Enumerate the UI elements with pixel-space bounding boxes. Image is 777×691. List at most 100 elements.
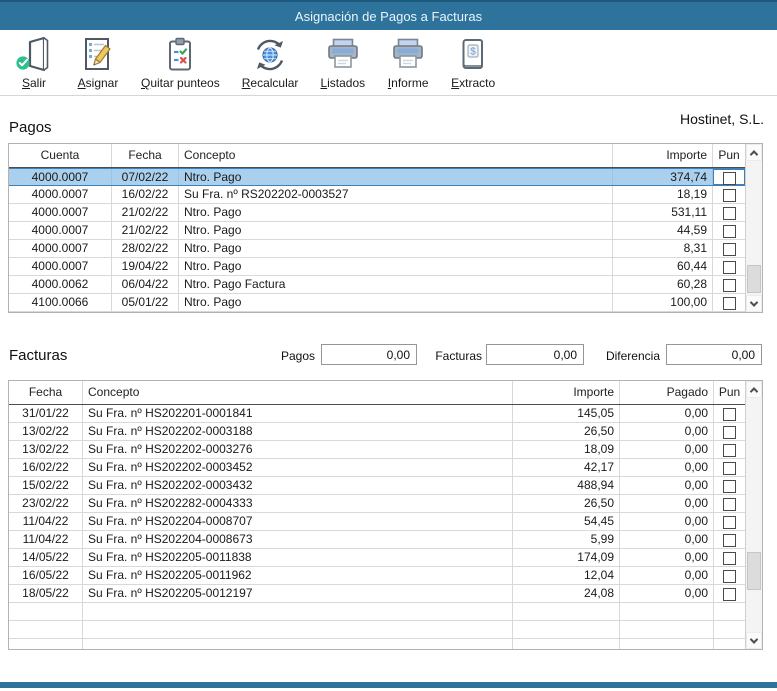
punteo-checkbox[interactable] — [723, 207, 736, 220]
punteo-checkbox[interactable] — [723, 261, 736, 274]
facturas-row[interactable]: 11/04/22 Su Fra. nº HS202204-0008707 54,… — [9, 513, 745, 531]
facturas-table-header: Fecha Concepto Importe Pagado Pun — [9, 381, 745, 405]
pagos-header-fecha: Fecha — [112, 144, 179, 167]
facturas-row[interactable]: 13/02/22 Su Fra. nº HS202202-0003276 18,… — [9, 441, 745, 459]
punteo-checkbox-cell[interactable] — [714, 405, 745, 422]
punteo-checkbox[interactable] — [723, 444, 736, 457]
extracto-label: Extracto — [451, 76, 495, 90]
salir-button[interactable]: Salir — [8, 34, 60, 91]
informe-label: Informe — [388, 76, 429, 90]
punteo-checkbox[interactable] — [723, 426, 736, 439]
empty-row — [9, 603, 745, 621]
facturas-scroll-thumb[interactable] — [747, 552, 761, 590]
facturas-row[interactable]: 23/02/22 Su Fra. nº HS202282-0004333 26,… — [9, 495, 745, 513]
facturas-scroll-track[interactable] — [746, 398, 762, 632]
totals-diferencia-input[interactable] — [666, 344, 762, 365]
pagos-table: Cuenta Fecha Concepto Importe Pun 4000.0… — [8, 143, 763, 313]
punteo-checkbox-cell[interactable] — [713, 204, 745, 221]
pagos-row[interactable]: 4100.0066 05/01/22 Ntro. Pago 100,00 — [9, 294, 745, 312]
totals-pagos-input[interactable] — [321, 344, 417, 365]
empty-row — [9, 621, 745, 639]
pagos-scrollbar[interactable] — [745, 144, 762, 312]
punteo-checkbox[interactable] — [723, 189, 736, 202]
facturas-scrollbar[interactable] — [745, 381, 762, 649]
totals-diferencia-label: Diferencia — [592, 349, 660, 363]
pagos-row[interactable]: 4000.0007 28/02/22 Ntro. Pago 8,31 — [9, 240, 745, 258]
punteo-checkbox[interactable] — [723, 498, 736, 511]
punteo-checkbox[interactable] — [723, 534, 736, 547]
punteo-checkbox-cell[interactable] — [713, 169, 745, 185]
facturas-header-importe: Importe — [513, 381, 620, 404]
facturas-row[interactable]: 16/02/22 Su Fra. nº HS202202-0003452 42,… — [9, 459, 745, 477]
facturas-row[interactable]: 11/04/22 Su Fra. nº HS202204-0008673 5,9… — [9, 531, 745, 549]
punteo-checkbox-cell[interactable] — [714, 423, 745, 440]
pagos-row[interactable]: 4000.0007 21/02/22 Ntro. Pago 531,11 — [9, 204, 745, 222]
punteo-checkbox[interactable] — [723, 297, 736, 310]
window-title: Asignación de Pagos a Facturas — [295, 9, 482, 24]
pagos-scroll-track[interactable] — [746, 161, 762, 295]
punteo-checkbox[interactable] — [723, 462, 736, 475]
salir-label: Salir — [22, 76, 46, 90]
punteo-checkbox-cell[interactable] — [713, 186, 745, 203]
facturas-row[interactable]: 16/05/22 Su Fra. nº HS202205-0011962 12,… — [9, 567, 745, 585]
chevron-down-icon — [750, 298, 758, 306]
recalcular-button[interactable]: Recalcular — [237, 34, 304, 91]
punteo-checkbox[interactable] — [723, 172, 736, 185]
punteo-checkbox[interactable] — [723, 480, 736, 493]
punteo-checkbox[interactable] — [723, 408, 736, 421]
totals-facturas-input[interactable] — [486, 344, 584, 365]
punteo-checkbox-cell[interactable] — [713, 258, 745, 275]
extracto-button[interactable]: $ Extracto — [446, 34, 500, 91]
facturas-scroll-up-button[interactable] — [746, 381, 762, 398]
title-bar: Asignación de Pagos a Facturas — [0, 0, 777, 30]
punteo-checkbox-cell[interactable] — [714, 513, 745, 530]
punteo-checkbox-cell[interactable] — [714, 495, 745, 512]
pagos-scroll-up-button[interactable] — [746, 144, 762, 161]
pagos-table-body: 4000.0007 07/02/22 Ntro. Pago 374,74 400… — [9, 168, 745, 312]
pagos-header-importe: Importe — [613, 144, 713, 167]
punteo-checkbox[interactable] — [723, 279, 736, 292]
facturas-row[interactable]: 31/01/22 Su Fra. nº HS202201-0001841 145… — [9, 405, 745, 423]
facturas-row[interactable]: 18/05/22 Su Fra. nº HS202205-0012197 24,… — [9, 585, 745, 603]
facturas-row[interactable]: 15/02/22 Su Fra. nº HS202202-0003432 488… — [9, 477, 745, 495]
clipboard-checkmarks-icon — [160, 35, 200, 75]
punteo-checkbox-cell[interactable] — [713, 294, 745, 311]
facturas-row[interactable]: 14/05/22 Su Fra. nº HS202205-0011838 174… — [9, 549, 745, 567]
pagos-row[interactable]: 4000.0007 16/02/22 Su Fra. nº RS202202-0… — [9, 186, 745, 204]
punteo-checkbox[interactable] — [723, 516, 736, 529]
punteo-checkbox[interactable] — [723, 225, 736, 238]
empty-row — [9, 639, 745, 649]
punteo-checkbox[interactable] — [723, 570, 736, 583]
punteo-checkbox[interactable] — [723, 588, 736, 601]
totals-facturas-label: Facturas — [424, 349, 482, 363]
listados-button[interactable]: Listados — [315, 34, 370, 91]
quitar-punteos-button[interactable]: Quitar punteos — [136, 34, 225, 91]
pagos-scroll-down-button[interactable] — [746, 295, 762, 312]
punteo-checkbox[interactable] — [723, 243, 736, 256]
pagos-row[interactable]: 4000.0007 21/02/22 Ntro. Pago 44,59 — [9, 222, 745, 240]
punteo-checkbox-cell[interactable] — [714, 441, 745, 458]
punteo-checkbox-cell[interactable] — [714, 459, 745, 476]
punteo-checkbox-cell[interactable] — [714, 477, 745, 494]
facturas-scroll-down-button[interactable] — [746, 632, 762, 649]
company-name: Hostinet, S.L. — [680, 111, 764, 127]
pagos-row[interactable]: 4000.0062 06/04/22 Ntro. Pago Factura 60… — [9, 276, 745, 294]
punteo-checkbox-cell[interactable] — [714, 567, 745, 584]
asignar-button[interactable]: Asignar — [72, 34, 124, 91]
punteo-checkbox-cell[interactable] — [713, 276, 745, 293]
punteo-checkbox-cell[interactable] — [714, 585, 745, 602]
punteo-checkbox-cell[interactable] — [713, 222, 745, 239]
facturas-row[interactable]: 13/02/22 Su Fra. nº HS202202-0003188 26,… — [9, 423, 745, 441]
informe-button[interactable]: Informe — [382, 34, 434, 91]
payments-assignment-window: Asignación de Pagos a Facturas Salir — [0, 0, 777, 691]
pagos-row[interactable]: 4000.0007 19/04/22 Ntro. Pago 60,44 — [9, 258, 745, 276]
pagos-row[interactable]: 4000.0007 07/02/22 Ntro. Pago 374,74 — [9, 168, 745, 186]
punteo-checkbox-cell[interactable] — [714, 549, 745, 566]
punteo-checkbox-cell[interactable] — [713, 240, 745, 257]
printer-icon — [388, 35, 428, 75]
recalcular-label: Recalcular — [242, 76, 299, 90]
punteo-checkbox[interactable] — [723, 552, 736, 565]
toolbar: Salir Asignar — [0, 30, 777, 96]
pagos-scroll-thumb[interactable] — [747, 265, 761, 293]
punteo-checkbox-cell[interactable] — [714, 531, 745, 548]
